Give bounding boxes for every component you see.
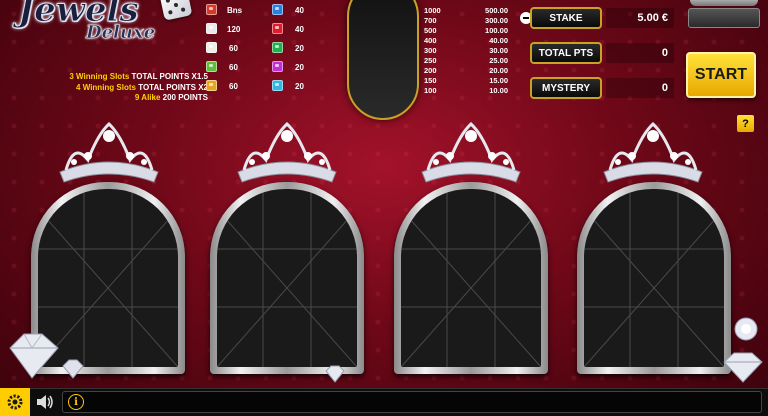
bonus-rules: 3 Winning Slots TOTAL POINTS X1.5 4 Winn… [14,72,208,104]
prize-table: 1000 500.00 700 300.00 500 100.00 400 40.00 … [424,6,508,96]
symbol-value: 60 [229,82,238,91]
game-logo: Jewels Deluxe [14,0,194,46]
diamond-icon [723,352,763,383]
scratch-grid [401,189,541,367]
tiara-icon [237,122,337,183]
blue-gem-icon [272,4,283,15]
scratch-area[interactable] [584,189,724,367]
tiara-icon [421,122,521,183]
scratch-grid [584,189,724,367]
speaker-icon [37,395,53,409]
symbol-value: 20 [295,44,304,53]
bonus-window [347,0,419,120]
prize-row: 1000 500.00 [424,6,508,15]
start-button[interactable]: START [686,52,756,98]
symbol-value: Bns [227,6,243,15]
scratch-area[interactable] [401,189,541,367]
prize-row: 150 15.00 [424,76,508,85]
purple-gem-icon [272,61,283,72]
rule-line: 3 Winning Slots TOTAL POINTS X1.5 [69,72,208,81]
symbol-value: 60 [229,44,238,53]
gear-icon [7,394,23,410]
scratch-card-2[interactable] [210,182,364,374]
scratch-grid [217,189,357,367]
emerald-gem-icon [272,42,283,53]
sound-button[interactable] [32,390,58,414]
prize-row: 200 20.00 [424,66,508,75]
total-points-value: 0 [606,43,674,63]
cream-gem-icon [206,42,217,53]
prize-row: 250 25.00 [424,56,508,65]
total-points-button[interactable]: TOTAL PTS [530,42,602,64]
message-bar [62,391,762,413]
symbol-value: 60 [229,63,238,72]
info-icon[interactable]: i [68,394,84,410]
prize-row: 400 40.00 [424,36,508,45]
stake-button[interactable]: STAKE [530,7,602,29]
autoplay-button[interactable] [688,8,760,28]
dice-icon [159,0,193,21]
prize-row: 100 10.00 [424,86,508,95]
diamond-icon [62,359,84,379]
ruby-gem-icon [272,23,283,34]
symbol-value: 20 [295,82,304,91]
green-gem-icon [206,61,217,72]
cyan-gem-icon [272,80,283,91]
scratch-card-3[interactable] [394,182,548,374]
diamond-icon [734,317,758,341]
prize-row: 300 30.00 [424,46,508,55]
symbol-value: 20 [295,63,304,72]
gold-gem-icon [206,80,217,91]
logo-deluxe: Deluxe [86,22,156,44]
symbol-value: 40 [295,25,304,34]
help-button[interactable]: ? [737,115,754,132]
diamond-icon [325,365,345,383]
mystery-value: 0 [606,78,674,98]
red-gem-icon [206,4,217,15]
symbol-value: 40 [295,6,304,15]
diamond-icon [9,333,59,379]
autoplay-cap [690,0,758,6]
white-gem-icon [206,23,217,34]
stake-value: 5.00 € [606,8,674,28]
scratch-card-4[interactable] [577,182,731,374]
scratch-area[interactable] [217,189,357,367]
prize-row: 500 100.00 [424,26,508,35]
tiara-icon [59,122,159,183]
mystery-button[interactable]: MYSTERY [530,77,602,99]
symbol-value: 120 [227,25,241,34]
tiara-icon [603,122,703,183]
rule-line: 9 Alike 200 POINTS [134,93,208,102]
settings-button[interactable] [0,388,30,416]
prize-row: 700 300.00 [424,16,508,25]
rule-line: 4 Winning Slots TOTAL POINTS X2 [76,82,208,92]
